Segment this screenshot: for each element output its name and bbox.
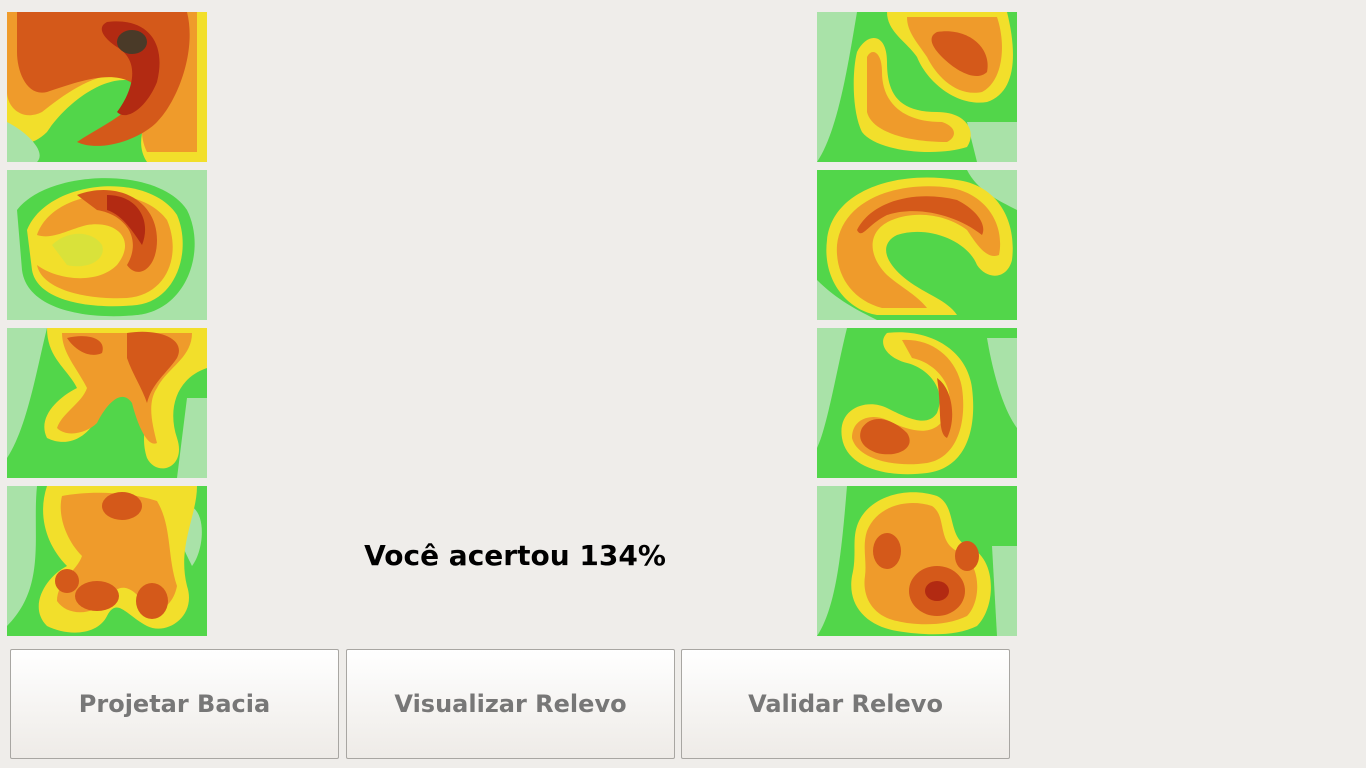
relief-map-4[interactable] [7,486,207,636]
relief-map-3[interactable] [7,328,207,478]
score-message: Você acertou 134% [340,536,690,576]
relief-map-1[interactable] [7,12,207,162]
relief-map-2[interactable] [7,170,207,320]
validate-relief-button[interactable]: Validar Relevo [681,649,1010,759]
relief-map-6[interactable] [817,170,1017,320]
view-relief-button[interactable]: Visualizar Relevo [346,649,675,759]
relief-map-7[interactable] [817,328,1017,478]
relief-map-5[interactable] [817,12,1017,162]
relief-map-8[interactable] [817,486,1017,636]
design-basin-button[interactable]: Projetar Bacia [10,649,339,759]
